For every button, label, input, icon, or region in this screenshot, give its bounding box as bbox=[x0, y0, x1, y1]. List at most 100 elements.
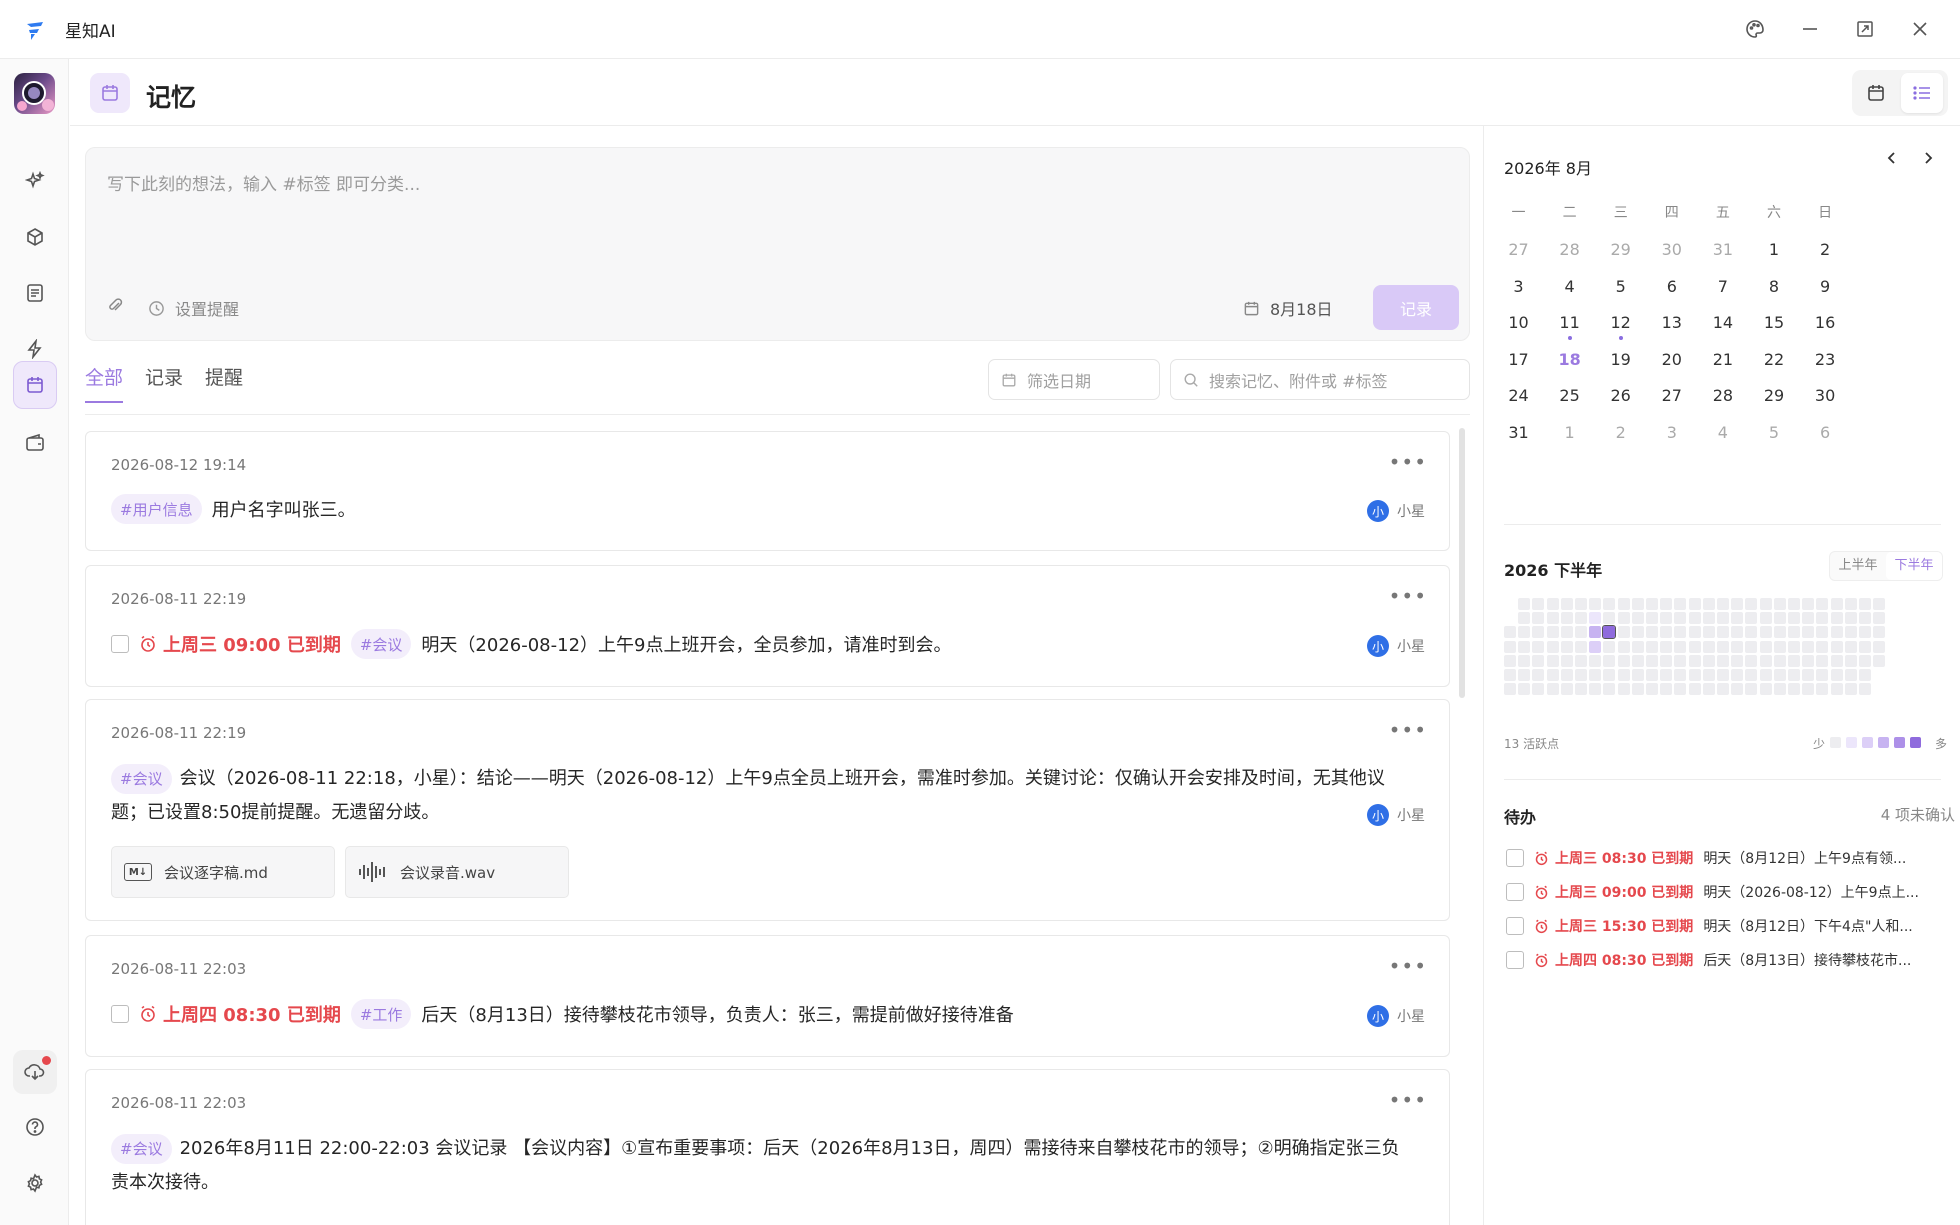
heatmap-cell[interactable] bbox=[1631, 626, 1644, 639]
memory-card[interactable]: 2026-08-11 22:03 ••• 上周四 08:30 已到期 #工作 后… bbox=[85, 935, 1450, 1057]
heatmap-cell[interactable] bbox=[1773, 654, 1786, 667]
heatmap-cell[interactable] bbox=[1702, 640, 1715, 653]
heatmap-cell[interactable] bbox=[1589, 683, 1602, 696]
calendar-day[interactable]: 13 bbox=[1646, 313, 1697, 332]
heatmap-cell[interactable] bbox=[1788, 626, 1800, 639]
heatmap-cell[interactable] bbox=[1546, 669, 1559, 681]
heatmap-cell[interactable] bbox=[1731, 640, 1744, 653]
heatmap-cell[interactable] bbox=[1660, 683, 1673, 696]
heatmap-cell[interactable] bbox=[1859, 612, 1871, 625]
heatmap-cell[interactable] bbox=[1532, 654, 1545, 667]
chevron-right-icon[interactable] bbox=[1920, 150, 1936, 171]
heatmap-cell[interactable] bbox=[1674, 626, 1687, 639]
heatmap-cell[interactable] bbox=[1589, 640, 1602, 653]
heatmap-cell[interactable] bbox=[1702, 626, 1715, 639]
settings-gear-icon[interactable] bbox=[13, 1161, 57, 1205]
heatmap-cell[interactable] bbox=[1560, 612, 1573, 625]
todo-checkbox[interactable] bbox=[1506, 951, 1524, 969]
heatmap-cell[interactable] bbox=[1859, 640, 1871, 653]
heatmap-cell[interactable] bbox=[1603, 612, 1616, 625]
heatmap-cell[interactable] bbox=[1816, 626, 1829, 639]
heatmap-cell[interactable] bbox=[1560, 669, 1573, 681]
heatmap-cell[interactable] bbox=[1532, 683, 1545, 696]
heatmap-cell[interactable] bbox=[1575, 669, 1587, 681]
heatmap-cell[interactable] bbox=[1589, 654, 1602, 667]
heatmap-cell[interactable] bbox=[1731, 669, 1744, 681]
calendar-day[interactable]: 3 bbox=[1646, 423, 1697, 442]
heatmap-cell[interactable] bbox=[1674, 640, 1687, 653]
heatmap-cell[interactable] bbox=[1646, 612, 1658, 625]
heatmap-cell[interactable] bbox=[1617, 683, 1630, 696]
heatmap-cell[interactable] bbox=[1504, 683, 1516, 696]
heatmap-cell[interactable] bbox=[1717, 683, 1729, 696]
heatmap-cell[interactable] bbox=[1674, 669, 1687, 681]
heatmap-cell[interactable] bbox=[1802, 612, 1815, 625]
heatmap-cell[interactable] bbox=[1646, 683, 1658, 696]
heatmap-cell[interactable] bbox=[1532, 669, 1545, 681]
heatmap-cell[interactable] bbox=[1589, 612, 1602, 625]
heatmap-cell[interactable] bbox=[1759, 640, 1772, 653]
heatmap-cell[interactable] bbox=[1603, 598, 1616, 610]
heatmap-cell[interactable] bbox=[1717, 626, 1729, 639]
heatmap-cell[interactable] bbox=[1532, 598, 1545, 610]
calendar-day[interactable]: 16 bbox=[1800, 313, 1851, 332]
more-options-icon[interactable]: ••• bbox=[1389, 584, 1427, 608]
heatmap-cell[interactable] bbox=[1816, 640, 1829, 653]
chevron-left-icon[interactable] bbox=[1884, 150, 1900, 171]
heatmap-cell[interactable] bbox=[1802, 669, 1815, 681]
calendar-day[interactable]: 24 bbox=[1493, 386, 1544, 405]
heatmap-cell[interactable] bbox=[1660, 626, 1673, 639]
heatmap-cell[interactable] bbox=[1660, 669, 1673, 681]
heatmap-cell[interactable] bbox=[1631, 683, 1644, 696]
sparkle-icon[interactable] bbox=[13, 159, 57, 203]
minimize-icon[interactable] bbox=[1796, 15, 1824, 43]
record-button[interactable]: 记录 bbox=[1373, 285, 1459, 330]
heatmap-cell[interactable] bbox=[1802, 626, 1815, 639]
tab-reminders[interactable]: 提醒 bbox=[205, 363, 243, 403]
memory-composer[interactable]: 写下此刻的想法，输入 #标签 即可分类... 设置提醒 8月18日 记录 bbox=[85, 147, 1470, 341]
heatmap-cell[interactable] bbox=[1816, 612, 1829, 625]
calendar-day[interactable]: 6 bbox=[1646, 277, 1697, 296]
heatmap-cell[interactable] bbox=[1688, 683, 1701, 696]
heatmap-cell[interactable] bbox=[1688, 669, 1701, 681]
heatmap-cell[interactable] bbox=[1873, 654, 1886, 667]
heatmap-cell[interactable] bbox=[1688, 612, 1701, 625]
heatmap-cell[interactable] bbox=[1745, 612, 1758, 625]
heatmap-cell[interactable] bbox=[1759, 654, 1772, 667]
calendar-day[interactable]: 5 bbox=[1595, 277, 1646, 296]
heatmap-cell[interactable] bbox=[1745, 654, 1758, 667]
heatmap-cell[interactable] bbox=[1575, 626, 1587, 639]
heatmap-cell[interactable] bbox=[1560, 654, 1573, 667]
heatmap-cell[interactable] bbox=[1717, 640, 1729, 653]
heatmap-cell[interactable] bbox=[1830, 669, 1843, 681]
wallet-icon[interactable] bbox=[13, 421, 57, 465]
paperclip-icon[interactable] bbox=[106, 296, 124, 318]
heatmap-cell[interactable] bbox=[1589, 598, 1602, 610]
heatmap-cell[interactable] bbox=[1745, 640, 1758, 653]
heatmap-cell[interactable] bbox=[1688, 640, 1701, 653]
calendar-day[interactable]: 2 bbox=[1800, 240, 1851, 259]
help-icon[interactable] bbox=[13, 1105, 57, 1149]
heatmap-cell[interactable] bbox=[1617, 598, 1630, 610]
heatmap-cell[interactable] bbox=[1830, 612, 1843, 625]
heatmap-cell[interactable] bbox=[1816, 654, 1829, 667]
heatmap-cell[interactable] bbox=[1859, 626, 1871, 639]
heatmap-cell[interactable] bbox=[1617, 669, 1630, 681]
heatmap-cell[interactable] bbox=[1830, 626, 1843, 639]
tab-records[interactable]: 记录 bbox=[145, 363, 183, 403]
heatmap-cell[interactable] bbox=[1646, 640, 1658, 653]
heatmap-cell[interactable] bbox=[1660, 640, 1673, 653]
calendar-day[interactable]: 27 bbox=[1646, 386, 1697, 405]
heatmap-cell[interactable] bbox=[1546, 654, 1559, 667]
set-reminder-button[interactable]: 设置提醒 bbox=[148, 296, 239, 320]
calendar-day[interactable]: 28 bbox=[1544, 240, 1595, 259]
heatmap-cell[interactable] bbox=[1603, 640, 1616, 653]
heatmap-cell[interactable] bbox=[1717, 654, 1729, 667]
heatmap-cell[interactable] bbox=[1873, 612, 1886, 625]
feed-scrollbar[interactable] bbox=[1459, 428, 1465, 698]
heatmap-cell[interactable] bbox=[1773, 612, 1786, 625]
heatmap-cell[interactable] bbox=[1602, 625, 1617, 640]
heatmap-cell[interactable] bbox=[1532, 612, 1545, 625]
theme-palette-icon[interactable] bbox=[1741, 15, 1769, 43]
heatmap-cell[interactable] bbox=[1518, 598, 1531, 610]
